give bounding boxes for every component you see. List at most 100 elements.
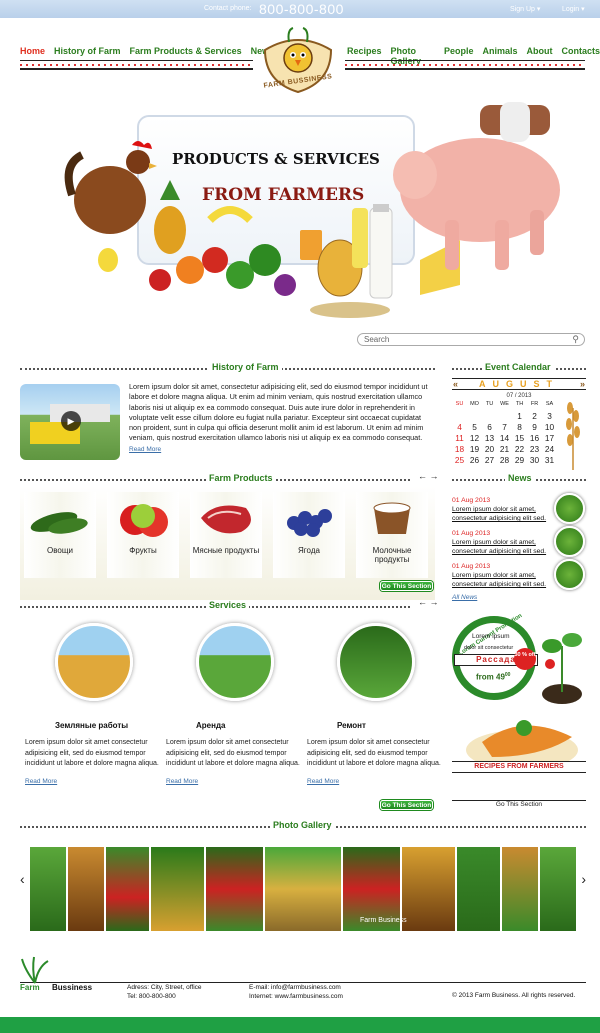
service-read-more[interactable]: Read More	[25, 778, 160, 785]
calendar-day[interactable]: 3	[542, 411, 557, 422]
services-title: Services	[206, 600, 250, 610]
products-title: Farm Products	[206, 473, 276, 483]
gallery-photo[interactable]	[502, 847, 539, 931]
news-thumbnail[interactable]	[554, 559, 585, 590]
gallery-caption: Farm Business	[360, 917, 407, 924]
all-news-link[interactable]: All News	[452, 594, 477, 601]
gallery-photo[interactable]	[105, 847, 149, 931]
calendar-day[interactable]: 6	[482, 422, 497, 433]
calendar-day[interactable]: 29	[512, 455, 527, 466]
news-thumbnail[interactable]	[554, 493, 585, 524]
calendar-day[interactable]: 22	[512, 444, 527, 455]
footer-email[interactable]: E-mail: info@farmbusiness.com	[249, 984, 343, 993]
services-go-button[interactable]: Go This Section	[380, 800, 433, 810]
nav-home[interactable]: Home	[20, 46, 45, 56]
gallery-photo[interactable]	[540, 847, 576, 931]
service-read-more[interactable]: Read More	[166, 778, 301, 785]
recipes-banner[interactable]: RECIPES FROM FARMERS Go This Section	[452, 712, 586, 808]
calendar-day[interactable]: 15	[512, 433, 527, 444]
calendar-day[interactable]: 30	[527, 455, 542, 466]
hero-illustration	[64, 102, 560, 318]
history-read-more[interactable]: Read More	[129, 446, 161, 453]
calendar-day[interactable]: 28	[497, 455, 512, 466]
footer-brand-2: Bussiness	[52, 983, 93, 992]
gallery-photo[interactable]	[265, 847, 341, 931]
login-link[interactable]: Login ▾	[562, 5, 585, 13]
service-name: Ремонт	[337, 721, 366, 730]
promotion-banner[interactable]: Lorem Current Promotion Lorem ipsum dolo…	[452, 612, 586, 708]
calendar-day[interactable]: 16	[527, 433, 542, 444]
calendar-day[interactable]: 8	[512, 422, 527, 433]
search-input[interactable]: Search ⚲	[357, 333, 585, 346]
service-name: Аренда	[196, 721, 226, 730]
calendar-day[interactable]: 19	[467, 444, 482, 455]
site-logo[interactable]: FARM BUSSINESS	[253, 20, 343, 100]
product-fruits[interactable]: Фрукты	[107, 492, 179, 578]
calendar-day[interactable]: 14	[497, 433, 512, 444]
calendar-day[interactable]: 11	[452, 433, 467, 444]
calendar-day[interactable]: 1	[512, 411, 527, 422]
nav-history[interactable]: History of Farm	[54, 46, 121, 56]
service-image[interactable]	[196, 623, 274, 701]
calendar-day[interactable]: 4	[452, 422, 467, 433]
service-image[interactable]	[55, 623, 133, 701]
calendar-day[interactable]: 7	[497, 422, 512, 433]
calendar-day[interactable]: 21	[497, 444, 512, 455]
history-video-thumbnail[interactable]: ▶	[20, 384, 120, 460]
calendar-day[interactable]: 9	[527, 422, 542, 433]
product-meat[interactable]: Мясные продукты	[190, 492, 262, 578]
gallery-title: Photo Gallery	[270, 820, 335, 830]
service-text: Lorem ipsum dolor sit amet consectetur a…	[25, 739, 159, 767]
product-berries[interactable]: Ягода	[273, 492, 345, 578]
gallery-photo[interactable]	[401, 847, 456, 931]
calendar-prev-icon[interactable]: «	[453, 379, 458, 390]
calendar-day[interactable]: 5	[467, 422, 482, 433]
search-icon[interactable]: ⚲	[572, 334, 579, 345]
services-arrows[interactable]: ← →	[418, 597, 439, 607]
product-vegetables[interactable]: Овощи	[24, 492, 96, 578]
calendar-day	[497, 411, 512, 422]
calendar-day[interactable]: 24	[542, 444, 557, 455]
news-thumbnail[interactable]	[554, 526, 585, 557]
calendar-day-header: TH	[515, 401, 524, 407]
news-item[interactable]: 01 Aug 2013 Lorem ipsum dolor sit amet, c…	[452, 529, 552, 556]
calendar-next-icon[interactable]: »	[580, 379, 585, 390]
gallery-photo[interactable]	[150, 847, 205, 931]
gallery-photo[interactable]	[206, 847, 264, 931]
calendar-day-header: SA	[545, 401, 554, 407]
footer-internet[interactable]: Internet: www.farmbusiness.com	[249, 993, 343, 1002]
gallery-prev-icon[interactable]: ‹	[20, 871, 25, 887]
gallery-photo[interactable]	[67, 847, 104, 931]
hero-banner: PRODUCTS & SERVICES FROM FARMERS	[0, 100, 600, 330]
calendar-day[interactable]: 17	[542, 433, 557, 444]
calendar-day[interactable]: 13	[482, 433, 497, 444]
signup-link[interactable]: Sign Up ▾	[510, 5, 540, 13]
calendar-month: AUGUST	[479, 379, 559, 389]
calendar-day[interactable]: 25	[452, 455, 467, 466]
nav-products[interactable]: Farm Products & Services	[130, 46, 242, 56]
products-arrows[interactable]: ← →	[418, 471, 439, 481]
service-card-repair: Ремонт Lorem ipsum dolor sit amet consec…	[307, 623, 442, 785]
service-read-more[interactable]: Read More	[307, 778, 442, 785]
calendar-day[interactable]: 2	[527, 411, 542, 422]
product-label: Молочные продукты	[372, 546, 412, 564]
news-item[interactable]: 01 Aug 2013 Lorem ipsum dolor sit amet, c…	[452, 562, 552, 589]
calendar-day[interactable]: 31	[542, 455, 557, 466]
news-item[interactable]: 01 Aug 2013 Lorem ipsum dolor sit amet, c…	[452, 496, 552, 523]
calendar-day[interactable]: 27	[482, 455, 497, 466]
calendar-day[interactable]: 18	[452, 444, 467, 455]
calendar-day[interactable]: 23	[527, 444, 542, 455]
products-go-button[interactable]: Go This Section	[380, 581, 433, 591]
calendar-day[interactable]: 26	[467, 455, 482, 466]
calendar-day[interactable]: 10	[542, 422, 557, 433]
gallery-photo[interactable]	[457, 847, 501, 931]
gallery-photo[interactable]	[30, 847, 66, 931]
service-image[interactable]	[337, 623, 415, 701]
play-icon[interactable]: ▶	[61, 411, 81, 431]
footer-brand: Farm	[20, 983, 40, 992]
product-dairy[interactable]: Молочные продукты	[356, 492, 428, 578]
recipes-go-link[interactable]: Go This Section	[452, 800, 586, 808]
calendar-day[interactable]: 12	[467, 433, 482, 444]
calendar-day[interactable]: 20	[482, 444, 497, 455]
gallery-next-icon[interactable]: ›	[581, 871, 586, 887]
